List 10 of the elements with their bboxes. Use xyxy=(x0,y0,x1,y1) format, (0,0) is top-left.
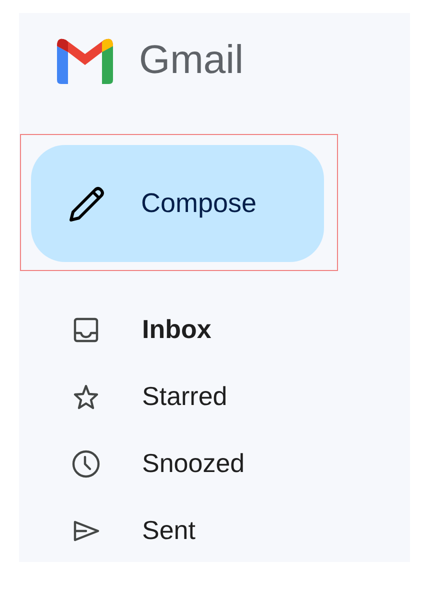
compose-button[interactable]: Compose xyxy=(31,145,324,262)
nav-item[interactable]: Starred xyxy=(19,363,410,430)
nav-item[interactable]: Snoozed xyxy=(19,430,410,497)
pencil-icon xyxy=(67,184,107,222)
app-name: Gmail xyxy=(139,40,244,80)
star-icon xyxy=(72,382,100,410)
clock-icon xyxy=(71,448,101,478)
inbox-tray-icon xyxy=(72,316,100,344)
nav-item[interactable]: Sent xyxy=(19,497,410,564)
nav-item[interactable]: Inbox xyxy=(19,296,410,363)
